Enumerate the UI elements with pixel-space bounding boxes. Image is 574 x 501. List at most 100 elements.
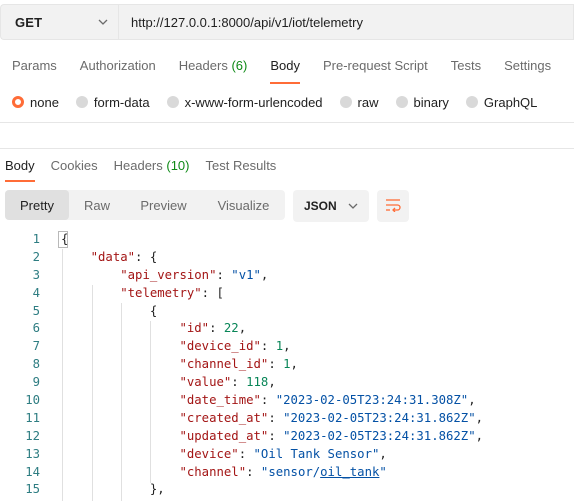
line-number: 5 <box>32 303 40 318</box>
line-number: 15 <box>25 482 40 497</box>
code-lines: 1{2 "data": {3 "api_version": "v1", 4 "te… <box>0 231 574 499</box>
view-visualize-button[interactable]: Visualize <box>202 190 285 220</box>
json-key: "channel_id" <box>179 357 269 372</box>
code-line: 7 "device_id": 1, <box>0 338 574 356</box>
json-punctuation <box>61 411 179 425</box>
radio-raw[interactable]: raw <box>339 94 379 110</box>
code-line: 2 "data": { <box>0 249 574 267</box>
json-punctuation <box>61 268 120 282</box>
line-number: 3 <box>32 267 40 282</box>
json-punctuation: , <box>283 339 291 354</box>
divider <box>0 148 574 149</box>
line-number: 9 <box>32 375 40 390</box>
view-pretty-button[interactable]: Pretty <box>5 190 69 220</box>
json-punctuation: , <box>379 446 387 461</box>
tab-settings[interactable]: Settings <box>504 50 551 84</box>
code-text: "device_id": 1, <box>61 338 291 356</box>
code-line: 10 "date_time": "2023-02-05T23:24:31.308… <box>0 392 574 410</box>
json-punctuation <box>61 465 179 479</box>
view-label: Preview <box>140 197 187 213</box>
tab-headers[interactable]: Headers (6) <box>179 50 248 84</box>
tab-label: Settings <box>504 58 552 73</box>
code-text: "api_version": "v1", <box>61 267 268 285</box>
code-line: 5 { <box>0 303 574 321</box>
tab-label: Cookies <box>50 158 98 173</box>
tab-params[interactable]: Params <box>0 50 57 84</box>
json-number: 22 <box>223 321 239 336</box>
view-preview-button[interactable]: Preview <box>125 190 202 220</box>
response-body-code[interactable]: 1{2 "data": {3 "api_version": "v1", 4 "te… <box>0 231 574 501</box>
line-number: 12 <box>25 428 40 443</box>
line-number: 8 <box>32 357 40 372</box>
json-punctuation <box>61 447 179 461</box>
json-key: "channel" <box>179 464 247 479</box>
response-tab-cookies[interactable]: Cookies <box>51 151 98 182</box>
json-string: "2023-02-05T23:24:31.308Z" <box>275 393 469 408</box>
json-punctuation: : <box>268 428 284 443</box>
json-punctuation: : <box>268 410 284 425</box>
url-input[interactable]: http://127.0.0.1:8000/api/v1/iot/telemet… <box>118 4 574 40</box>
code-text: { <box>61 231 68 249</box>
response-tab-body[interactable]: Body <box>0 151 35 182</box>
code-line: 8 "channel_id": 1, <box>0 356 574 374</box>
radio-label: x-www-form-urlencoded <box>184 94 323 110</box>
radio-label: raw <box>357 94 379 110</box>
json-string: oil_tank <box>320 464 380 479</box>
json-number: 118 <box>246 375 269 390</box>
json-punctuation <box>61 339 179 353</box>
json-punctuation: : { <box>135 249 158 264</box>
tab-label: Body <box>5 158 35 173</box>
json-key: "id" <box>179 321 210 336</box>
wrap-lines-button[interactable] <box>377 190 409 222</box>
json-string: "2023-02-05T23:24:31.862Z" <box>283 410 476 425</box>
radio-x-www-form-urlencoded[interactable]: x-www-form-urlencoded <box>166 94 323 110</box>
line-number: 14 <box>25 464 40 479</box>
radio-label: none <box>30 94 59 110</box>
view-raw-button[interactable]: Raw <box>69 190 125 220</box>
json-key: "device" <box>179 446 239 461</box>
radio-graphql[interactable]: GraphQL <box>465 94 538 110</box>
code-text: "date_time": "2023-02-05T23:24:31.308Z", <box>61 392 475 410</box>
json-punctuation <box>61 286 120 300</box>
json-punctuation: , <box>290 357 298 372</box>
tab-label: Headers <box>113 158 163 173</box>
format-select[interactable]: JSON <box>293 190 369 222</box>
json-punctuation: { <box>61 303 158 318</box>
method-select[interactable]: GET <box>0 4 118 40</box>
body-type-radios: none form-data x-www-form-urlencoded raw… <box>12 93 537 111</box>
response-tab-headers[interactable]: Headers (10) <box>114 151 190 182</box>
json-punctuation: : [ <box>201 285 224 300</box>
radio-binary[interactable]: binary <box>395 95 449 110</box>
json-punctuation: : <box>260 339 276 354</box>
json-punctuation: : <box>216 267 232 282</box>
radio-form-data[interactable]: form-data <box>75 95 150 110</box>
tab-label: Pre-request Script <box>322 58 428 73</box>
radio-label: GraphQL <box>483 94 538 110</box>
code-line: 15 }, <box>0 481 574 499</box>
code-text: "created_at": "2023-02-05T23:24:31.862Z"… <box>61 410 483 428</box>
radio-checked-icon <box>12 96 24 108</box>
divider <box>0 122 574 123</box>
line-number: 2 <box>32 249 40 264</box>
json-key: "telemetry" <box>120 285 202 300</box>
response-tab-test-results[interactable]: Test Results <box>206 151 277 182</box>
code-text: "data": { <box>61 249 158 267</box>
tab-label: Body <box>270 58 300 73</box>
json-punctuation: , <box>475 428 484 443</box>
json-key: "updated_at" <box>179 428 269 443</box>
radio-unchecked-icon <box>166 96 179 108</box>
json-key: "date_time" <box>179 393 261 408</box>
tab-pre-request-script[interactable]: Pre-request Script <box>323 50 428 84</box>
tab-authorization[interactable]: Authorization <box>80 50 156 84</box>
format-label: JSON <box>304 199 337 213</box>
tab-tests[interactable]: Tests <box>451 50 481 84</box>
json-punctuation: : <box>246 464 261 479</box>
json-punctuation <box>61 375 179 389</box>
tab-count: (10) <box>166 158 190 173</box>
tab-body[interactable]: Body <box>270 50 300 84</box>
view-label: Visualize <box>217 197 270 213</box>
json-key: "data" <box>90 249 136 264</box>
json-key: "value" <box>179 375 232 390</box>
radio-none[interactable]: none <box>12 95 59 110</box>
tab-label: Tests <box>450 58 482 73</box>
